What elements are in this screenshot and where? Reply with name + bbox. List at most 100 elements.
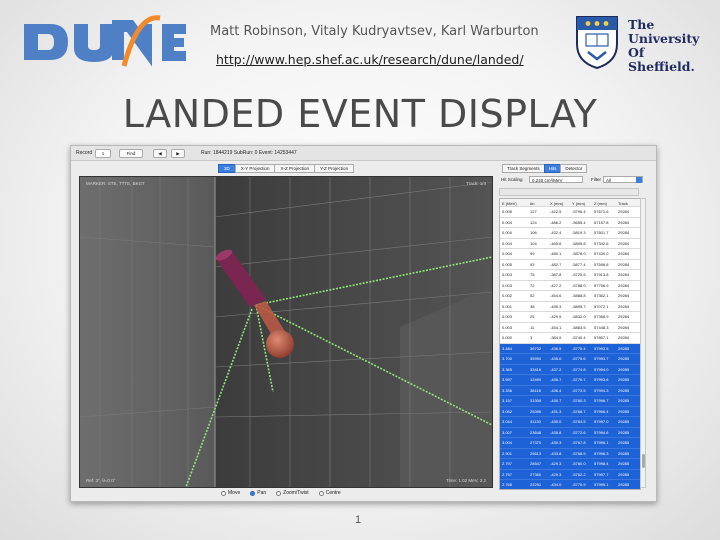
table-cell: 27360	[530, 471, 542, 477]
table-cell: -5877.4	[572, 261, 586, 267]
table-row[interactable]: 3.597 12490 -436.7 -5776.7 57993.6 29285	[500, 375, 640, 386]
table-row[interactable]: 0.004 99 -480.1 -5878.0 57430.0 29284	[500, 249, 640, 260]
column-header[interactable]: Y (mm)	[572, 201, 585, 206]
table-row[interactable]: 2.766 22291 -434.0 -5770.9 57995.1 29285	[500, 480, 640, 489]
table-row[interactable]: 3.007 23648 -435.8 -5772.6 57994.6 29285	[500, 427, 640, 438]
table-cell: -433.8	[550, 450, 562, 456]
hits-table[interactable]: E (MeV) #n X (mm) Y (mm) Z (mm) Track 0.…	[499, 198, 641, 490]
table-row[interactable]: 3.365 33416 -437.2 -5774.8 57994.0 29285	[500, 364, 640, 375]
table-cell: 57362.1	[594, 293, 609, 298]
column-header[interactable]: Track	[618, 201, 628, 206]
table-row[interactable]: 3.157 31308 -430.7 -5760.3 57996.7 29285	[500, 396, 640, 407]
scrollbar-thumb[interactable]	[642, 454, 645, 468]
table-cell: -480.1	[550, 251, 562, 256]
3d-viewport[interactable]: MARKER: STE, TTTE, BKGT Track: 1/4 Ref: …	[79, 176, 493, 488]
table-row[interactable]: 3.700 35990 -435.0 -5775.6 57993.7 29285	[500, 354, 640, 365]
tab-xz-projection[interactable]: X-Z Projection	[274, 164, 315, 173]
table-cell: -437.2	[550, 366, 562, 372]
detector-scene	[80, 177, 492, 487]
table-cell: -495.3	[550, 303, 562, 309]
table-cell: -436.7	[550, 377, 562, 382]
table-cell: -5740.4	[572, 335, 586, 340]
mode-zoom-twist[interactable]: Zoom/Twist	[276, 490, 309, 496]
table-scrollbar[interactable]	[640, 198, 646, 488]
filter-select[interactable]: All	[603, 176, 643, 183]
table-cell: 0.005	[502, 261, 513, 267]
table-cell: 52	[530, 293, 535, 298]
table-cell: 106	[530, 230, 537, 235]
table-row[interactable]: 3.484 36732 -436.5 -5775.4 57993.5 29285	[500, 343, 640, 354]
table-row[interactable]: 3.044 31130 -430.0 -5764.5 57997.0 29285	[500, 417, 640, 428]
table-cell: 12490	[530, 377, 542, 382]
table-cell: 57993.7	[594, 356, 609, 361]
table-row[interactable]: 3.336 38118 -436.4 -5773.5 57994.3 29285	[500, 385, 640, 396]
table-cell: 57601.7	[594, 230, 609, 235]
tab-3d[interactable]: 3D	[218, 164, 236, 173]
project-url-link[interactable]: http://www.hep.shef.ac.uk/research/dune/…	[216, 52, 524, 67]
table-row[interactable]: 0.003 11 -454.1 -5863.5 57448.3 29284	[500, 323, 640, 333]
table-cell: 29284	[618, 293, 630, 298]
column-header[interactable]: Z (mm)	[594, 201, 607, 206]
table-row[interactable]: 0.004 104 -465.6 -5895.8 57342.6 29284	[500, 239, 640, 249]
mode-pan[interactable]: Pan	[250, 490, 266, 496]
table-row[interactable]: 3.004 27370 -430.3 -5767.8 57996.1 29285	[500, 438, 640, 449]
table-cell: 93	[530, 261, 535, 267]
tab-track-segments[interactable]: Track Segments	[502, 164, 545, 173]
table-row[interactable]: 0.004 106 -432.4 -5819.3 57601.7 29284	[500, 228, 640, 239]
table-cell: 29285	[618, 387, 630, 393]
table-cell: 31130	[530, 419, 541, 424]
table-cell: 57993.6	[594, 377, 609, 382]
table-cell: 3.044	[502, 419, 513, 424]
table-cell: 57997.0	[594, 419, 609, 424]
table-row[interactable]: 0.003 72 -427.2 -5788.0 57756.9 29284	[500, 281, 640, 291]
table-row[interactable]: 0.003 25 -429.5 -5832.0 57358.9 29284	[500, 312, 640, 323]
table-row[interactable]: 0.002 52 -454.6 -5888.8 57362.1 29284	[500, 291, 640, 302]
tab-xy-projection[interactable]: X-Y Projection	[234, 164, 276, 173]
table-row[interactable]: 0.001 38 -495.3 -5895.7 57072.1 29284	[500, 302, 640, 312]
table-cell: -434.0	[550, 482, 562, 487]
table-row[interactable]: 2.757 27360 -429.3 -5762.2 57997.7 29285	[500, 469, 640, 480]
next-event-button[interactable]: ▶	[171, 149, 185, 158]
table-cell: 29284	[618, 261, 630, 267]
hadronic-shower-blob	[266, 330, 294, 358]
table-row[interactable]: 0.003 75 -387.8 -5725.5 57913.8 29284	[500, 270, 640, 281]
tab-hits[interactable]: Hits	[543, 164, 562, 173]
table-cell: 29285	[618, 398, 630, 403]
table-row[interactable]: 2.901 25613 -433.8 -5768.9 57996.3 29285	[500, 448, 640, 459]
table-cell: 0.001	[502, 303, 513, 309]
mode-move[interactable]: Move	[221, 490, 240, 496]
column-header[interactable]: #n	[530, 201, 534, 206]
table-cell: -429.3	[550, 471, 562, 477]
hit-scaling-input[interactable]: 0.240 cm²/MeV	[529, 176, 583, 183]
table-cell: -429.3	[550, 461, 562, 466]
table-row[interactable]: 0.004 124 -486.2 -5655.4 57157.8 29284	[500, 218, 640, 228]
find-button[interactable]: Find	[119, 149, 143, 158]
record-label: Record	[76, 150, 93, 156]
university-name-line: Sheffield.	[628, 59, 695, 74]
table-cell: -454.6	[550, 293, 562, 298]
tab-detector[interactable]: Detector	[560, 164, 588, 173]
table-row[interactable]: 3.062 25396 -431.3 -5768.7 57996.4 29285	[500, 406, 640, 417]
record-field[interactable]: 1	[95, 149, 111, 158]
radio-icon	[318, 490, 324, 496]
column-header[interactable]: E (MeV)	[502, 201, 517, 206]
tab-yz-projection[interactable]: Y-Z Projection	[313, 164, 355, 173]
table-cell: 33416	[530, 366, 542, 372]
table-cell: 57996.3	[594, 450, 609, 456]
table-cell: 25	[530, 314, 535, 319]
table-row[interactable]: 0.005 93 -482.7 -5877.4 57596.8 29284	[500, 260, 640, 270]
table-row[interactable]: 0.000 3 -384.9 -5740.4 57857.1 29284	[500, 333, 640, 344]
table-row[interactable]: 2.797 28547 -429.3 -5760.0 57998.4 29285	[500, 459, 640, 470]
table-cell: -5819.3	[572, 230, 586, 235]
mode-centre[interactable]: Centre	[318, 490, 341, 496]
viewport-overlay-bottom-right: Time: 1.02 MeV, 3.2	[446, 478, 486, 483]
table-cell: -430.0	[550, 419, 562, 424]
table-cell: 57993.5	[594, 345, 609, 351]
table-row[interactable]: 0.005 127 -422.5 -5796.4 57671.6 29284	[500, 207, 640, 218]
column-header[interactable]: X (mm)	[550, 201, 563, 206]
table-cell: -436.4	[550, 387, 562, 393]
table-cell: -5760.0	[572, 461, 586, 466]
table-cell: -5772.6	[572, 429, 586, 435]
previous-event-button[interactable]: ◀	[153, 149, 167, 158]
table-cell: -5764.5	[572, 419, 586, 424]
